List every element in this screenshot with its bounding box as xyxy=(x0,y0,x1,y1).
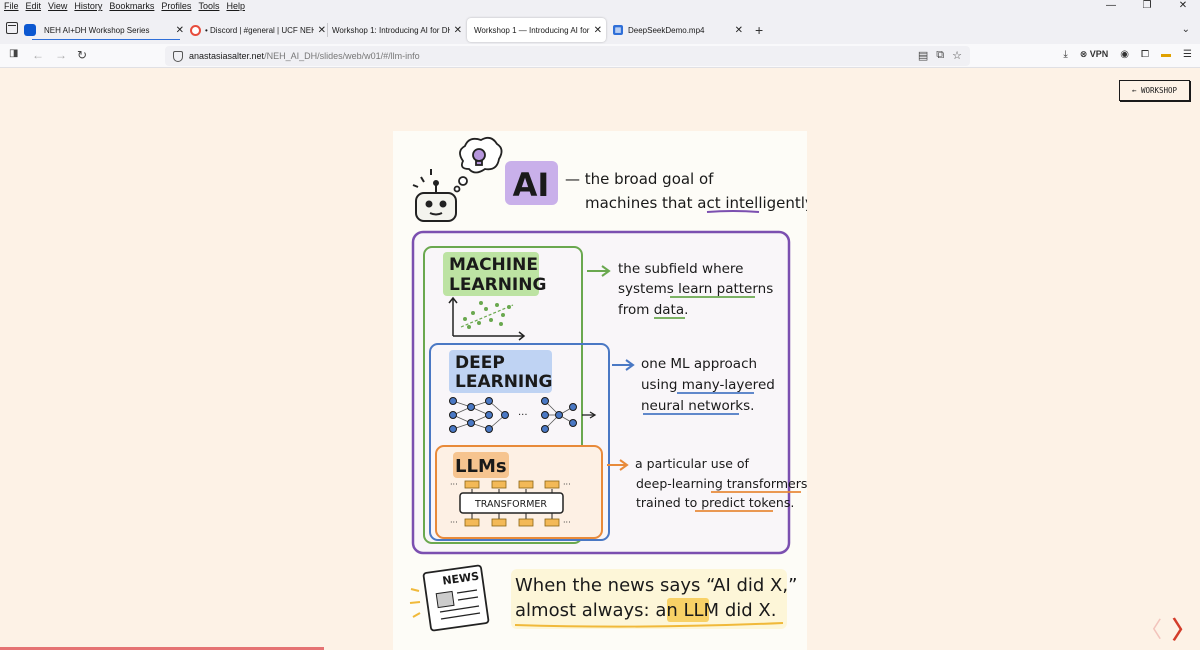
menu-tools[interactable]: Tools xyxy=(198,1,219,11)
ai-desc-line2: machines that act intelligently. xyxy=(585,194,807,212)
vpn-label: VPN xyxy=(1089,49,1109,59)
reader-view-icon[interactable]: ▤ xyxy=(918,49,928,62)
downloads-icon[interactable]: ⤓ xyxy=(1063,49,1067,60)
llm-title: LLMs xyxy=(455,456,507,477)
previous-slide-chevron-icon[interactable]: 〈 xyxy=(1140,612,1162,644)
tab-overview-icon[interactable] xyxy=(6,22,18,34)
ai-hierarchy-diagram: AI — the broad goal of machines that act… xyxy=(409,136,807,632)
close-tab-icon[interactable]: ✕ xyxy=(318,25,326,36)
url-host: anastasiasalter.net xyxy=(189,51,265,61)
picture-in-picture-icon[interactable]: ⧉ xyxy=(936,49,944,62)
tracking-protection-shield-icon[interactable] xyxy=(173,50,183,62)
forward-arrow-icon[interactable]: → xyxy=(55,48,67,62)
app-menu-icon[interactable]: ☰ xyxy=(1183,49,1192,60)
menu-history[interactable]: History xyxy=(74,1,102,11)
tab-workshop1-active[interactable]: Workshop 1 — Introducing AI for D ✕ xyxy=(467,18,606,42)
ml-desc-line1: the subfield where xyxy=(618,261,744,277)
dl-desc-line2: using many-layered xyxy=(641,377,775,393)
svg-text:···: ··· xyxy=(563,480,571,489)
address-bar[interactable]: anastasiasalter.net/NEH_AI_DH/slides/web… xyxy=(165,46,970,66)
footer-line1: When the news says “AI did X,” xyxy=(515,575,797,596)
discord-favicon-icon xyxy=(190,24,201,36)
menu-bookmarks[interactable]: Bookmarks xyxy=(109,1,154,11)
intelligently-underline xyxy=(706,210,760,213)
llm-desc-line2: deep-learning transformers, xyxy=(636,476,807,491)
transformer-label: TRANSFORMER xyxy=(474,499,547,510)
tab-workshop1-intro[interactable]: Workshop 1: Introducing AI for DH ✕ xyxy=(332,18,462,42)
dl-title-line1: DEEP xyxy=(455,353,505,373)
back-to-workshop-button[interactable]: ← WORKSHOP xyxy=(1119,80,1190,101)
robot-icon xyxy=(412,169,457,222)
close-tab-icon[interactable]: ✕ xyxy=(594,25,602,36)
menu-profiles[interactable]: Profiles xyxy=(161,1,191,11)
ml-title-line1: MACHINE xyxy=(449,255,538,275)
sidebar-toggle-icon[interactable]: ◨ xyxy=(9,48,18,59)
back-arrow-icon[interactable]: ← xyxy=(32,48,44,62)
dl-title-line2: LEARNING xyxy=(455,372,552,392)
navigation-toolbar: ◨ ← → ↻ anastasiasalter.net/NEH_AI_DH/sl… xyxy=(0,44,1200,68)
minimize-icon[interactable]: — xyxy=(1104,0,1118,11)
vpn-button[interactable]: ⊗ VPN xyxy=(1080,49,1109,60)
list-all-tabs-chevron-icon[interactable]: ⌄ xyxy=(1182,24,1190,35)
menu-view[interactable]: View xyxy=(48,1,67,11)
account-icon[interactable]: ◉ xyxy=(1120,49,1129,60)
favicon-icon xyxy=(24,24,36,36)
thought-lightbulb-icon xyxy=(453,136,503,193)
menu-bar: File Edit View History Bookmarks Profile… xyxy=(0,0,1200,14)
svg-text:···: ··· xyxy=(563,518,571,527)
next-slide-chevron-icon[interactable]: 〉 xyxy=(1172,610,1196,645)
folder-icon[interactable]: ▬ xyxy=(1161,49,1171,60)
close-tab-icon[interactable]: ✕ xyxy=(454,25,462,36)
dl-desc-line1: one ML approach xyxy=(641,356,757,372)
ml-desc-line3: from data. xyxy=(618,302,688,318)
llm-desc-line3: trained to predict tokens. xyxy=(636,495,794,510)
menu-help[interactable]: Help xyxy=(226,1,245,11)
close-tab-icon[interactable]: ✕ xyxy=(176,25,184,36)
reload-icon[interactable]: ↻ xyxy=(77,48,87,62)
video-file-icon: ▦ xyxy=(613,25,623,35)
dl-desc-line3: neural networks. xyxy=(641,398,754,414)
ml-desc-line2: systems learn patterns xyxy=(618,281,773,297)
ai-desc-line1: — the broad goal of xyxy=(565,170,714,188)
url-path: /NEH_AI_DH/slides/web/w01/#/llm-info xyxy=(264,51,420,61)
tab-discord[interactable]: • Discord | #general | UCF NEH ✕ xyxy=(190,18,326,42)
footer-line2: almost always: an LLM did X. xyxy=(515,600,776,621)
llm-desc-line1: a particular use of xyxy=(635,456,750,471)
slide-illustration: AI — the broad goal of machines that act… xyxy=(393,131,807,650)
new-tab-plus-icon[interactable]: + xyxy=(755,22,763,38)
ai-badge: AI xyxy=(513,166,550,204)
menu-edit[interactable]: Edit xyxy=(26,1,42,11)
close-tab-icon[interactable]: ✕ xyxy=(735,25,743,36)
tab-separator xyxy=(327,23,328,37)
bookmark-star-icon[interactable]: ☆ xyxy=(952,49,962,62)
svg-text:···: ··· xyxy=(450,518,458,527)
svg-text:···: ··· xyxy=(518,410,528,421)
menu-file[interactable]: File xyxy=(4,1,19,11)
close-window-icon[interactable]: ✕ xyxy=(1176,0,1190,11)
extensions-icon[interactable]: ⧠ xyxy=(1141,49,1149,60)
tab-deepseek-demo[interactable]: ▦ DeepSeekDemo.mp4 ✕ xyxy=(613,18,743,42)
svg-text:···: ··· xyxy=(450,480,458,489)
restore-icon[interactable]: ❐ xyxy=(1140,0,1154,11)
tab-strip: NEH AI+DH Workshop Series ✕ • Discord | … xyxy=(0,14,1200,44)
ml-title-line2: LEARNING xyxy=(449,275,546,295)
tab-neh-workshop-series[interactable]: NEH AI+DH Workshop Series ✕ xyxy=(24,18,184,42)
